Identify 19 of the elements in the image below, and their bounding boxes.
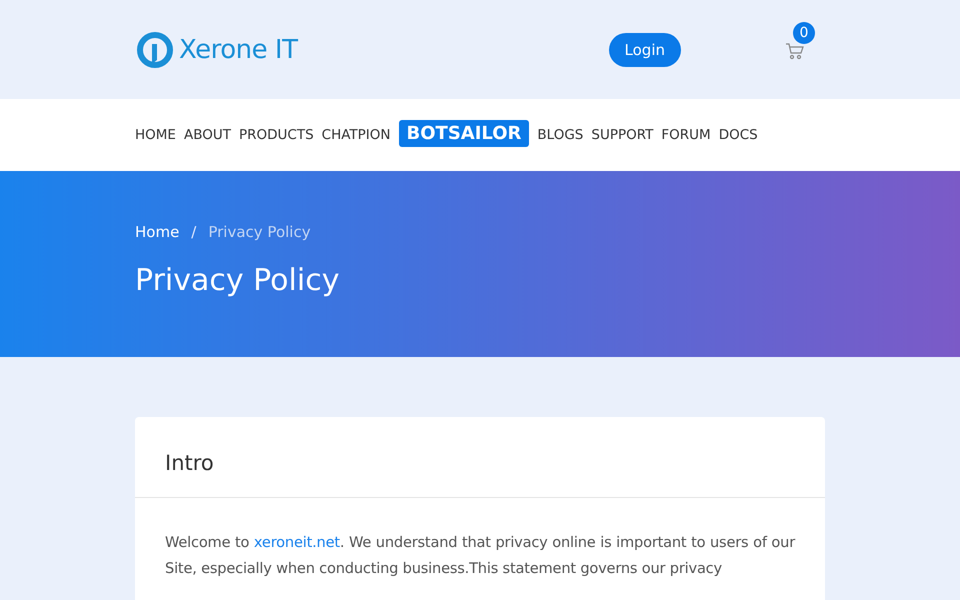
- nav-link[interactable]: DOCS: [718, 127, 758, 143]
- cart-count-badge: 0: [793, 22, 815, 44]
- nav-link[interactable]: HOME: [135, 127, 176, 143]
- nav-link[interactable]: CHATPION: [322, 127, 391, 143]
- nav-link[interactable]: SUPPORT: [591, 127, 654, 143]
- nav-link[interactable]: BLOGS: [537, 127, 584, 143]
- cart-icon[interactable]: [785, 42, 805, 60]
- nav-link[interactable]: ABOUT: [184, 127, 231, 143]
- login-button[interactable]: Login: [608, 32, 681, 66]
- page-title: Privacy Policy: [135, 263, 340, 298]
- breadcrumb-separator: /: [191, 223, 196, 241]
- breadcrumb-link[interactable]: Home: [135, 223, 180, 241]
- card-title: Intro: [135, 417, 825, 498]
- site-link[interactable]: xeroneit.net: [254, 534, 340, 551]
- nav-link[interactable]: FORUM: [661, 127, 711, 143]
- intro-paragraph: Welcome to xeroneit.net. We understand that privacy online is important to users of our Site, especially when conducting business.This statement governs our privacy: [164, 533, 796, 579]
- nav-link[interactable]: BOTSAILOR: [398, 120, 530, 146]
- nav-link[interactable]: PRODUCTS: [238, 127, 314, 143]
- logo-icon: [135, 30, 175, 70]
